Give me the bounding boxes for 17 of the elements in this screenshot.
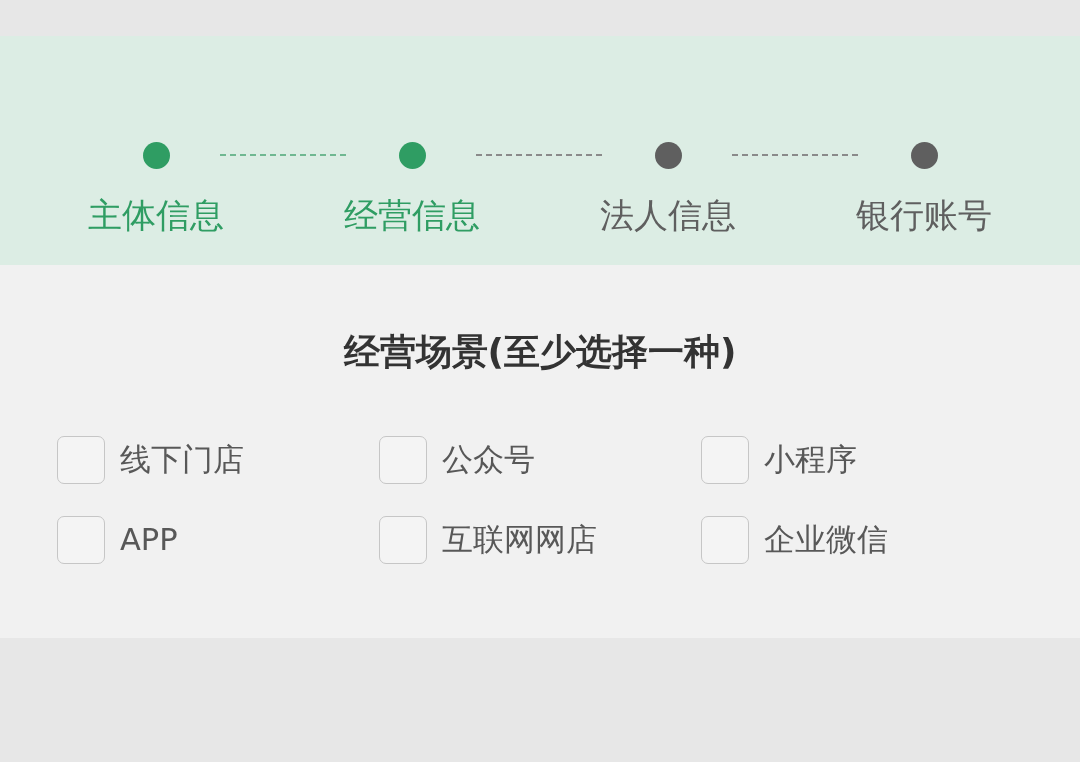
checkbox[interactable] [379, 516, 427, 564]
step-label: 经营信息 [344, 194, 480, 237]
option-label: 企业微信 [764, 521, 888, 559]
checkbox[interactable] [379, 436, 427, 484]
option-label: 小程序 [764, 441, 857, 479]
step-label: 主体信息 [88, 194, 224, 237]
checkbox[interactable] [701, 436, 749, 484]
option-label: 互联网网店 [442, 521, 597, 559]
section-title: 经营场景(至少选择一种) [343, 330, 737, 374]
option-label: 公众号 [442, 441, 535, 479]
option-label: 线下门店 [120, 441, 244, 479]
checkbox[interactable] [57, 516, 105, 564]
checkbox[interactable] [57, 436, 105, 484]
option-label: APP [120, 521, 178, 559]
checkbox[interactable] [701, 516, 749, 564]
step-label: 银行账号 [856, 194, 992, 237]
step-label: 法人信息 [600, 194, 736, 237]
